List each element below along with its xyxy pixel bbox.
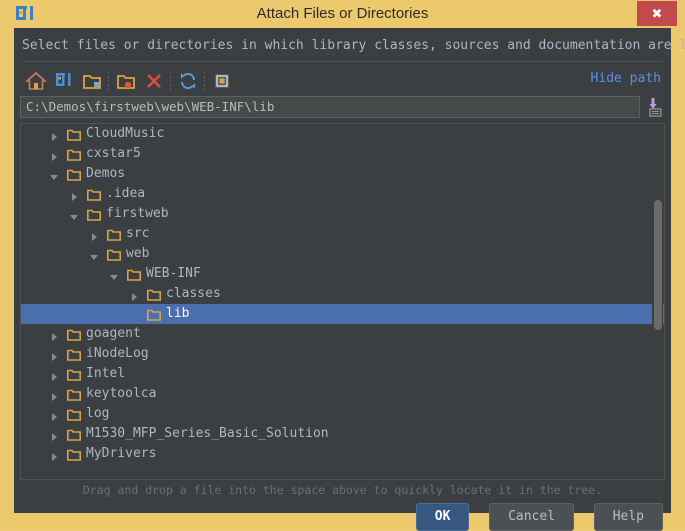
- file-chooser-toolbar: Hide path: [20, 66, 665, 96]
- dialog-hint-text: Select files or directories in which lib…: [22, 38, 685, 53]
- tree-row[interactable]: keytoolca: [21, 384, 664, 404]
- close-button[interactable]: ✖: [637, 1, 677, 26]
- folder-icon: [67, 168, 81, 181]
- folder-icon: [147, 288, 161, 301]
- tree-row-label: MyDrivers: [86, 446, 157, 461]
- folder-icon: [67, 348, 81, 361]
- folder-icon: [127, 268, 141, 281]
- title-bar: Attach Files or Directories ✖: [0, 0, 685, 28]
- home-icon[interactable]: [24, 69, 48, 93]
- chevron-right-icon[interactable]: [49, 409, 59, 421]
- chevron-down-icon[interactable]: [69, 209, 79, 220]
- hide-path-link[interactable]: Hide path: [591, 71, 661, 86]
- chevron-down-icon[interactable]: [89, 249, 99, 260]
- tree-row-label: .idea: [106, 186, 146, 201]
- folder-icon: [107, 228, 121, 241]
- folder-icon: [67, 128, 81, 141]
- tree-row[interactable]: Demos: [21, 164, 664, 184]
- folder-icon: [67, 328, 81, 341]
- chevron-right-icon[interactable]: [49, 149, 59, 161]
- tree-row[interactable]: src: [21, 224, 664, 244]
- chevron-right-icon[interactable]: [49, 349, 59, 361]
- tree-row[interactable]: firstweb: [21, 204, 664, 224]
- tree-row[interactable]: log: [21, 404, 664, 424]
- tree-row-label: M1530_MFP_Series_Basic_Solution: [86, 426, 329, 441]
- chevron-right-icon[interactable]: [49, 129, 59, 141]
- chevron-right-icon[interactable]: [129, 289, 139, 301]
- attach-files-dialog: Attach Files or Directories ✖ Select fil…: [0, 0, 685, 531]
- folder-icon: [147, 308, 161, 321]
- delete-icon[interactable]: [142, 69, 166, 93]
- tree-row-label: iNodeLog: [86, 346, 149, 361]
- tree-rows[interactable]: CloudMusic cxstar5 Demos .idea firstweb src we…: [21, 124, 664, 479]
- chevron-right-icon[interactable]: [49, 329, 59, 341]
- tree-row[interactable]: goagent: [21, 324, 664, 344]
- help-button[interactable]: Help: [593, 503, 663, 531]
- chevron-down-icon[interactable]: [49, 169, 59, 180]
- tree-row[interactable]: web: [21, 244, 664, 264]
- tree-row-label: cxstar5: [86, 146, 141, 161]
- path-input[interactable]: C:\Demos\firstweb\web\WEB-INF\lib: [20, 96, 640, 118]
- refresh-icon[interactable]: [176, 69, 200, 93]
- chevron-down-icon[interactable]: [109, 269, 119, 280]
- folder-icon: [87, 188, 101, 201]
- ok-button[interactable]: OK: [415, 503, 470, 531]
- window-title: Attach Files or Directories: [256, 5, 429, 22]
- toolbar-separator: [108, 72, 109, 90]
- tree-row-label: firstweb: [106, 206, 169, 221]
- tree-row-label: Demos: [86, 166, 126, 181]
- directory-tree[interactable]: CloudMusic cxstar5 Demos .idea firstweb src we…: [20, 123, 665, 480]
- path-row: C:\Demos\firstweb\web\WEB-INF\lib: [20, 96, 665, 118]
- tree-row-label: keytoolca: [86, 386, 157, 401]
- header-divider: [22, 61, 663, 62]
- chevron-right-icon[interactable]: [89, 229, 99, 241]
- dialog-button-bar: OK Cancel Help: [406, 503, 663, 531]
- chevron-right-icon[interactable]: [49, 429, 59, 441]
- new-folder-icon[interactable]: [114, 69, 138, 93]
- tree-vertical-scrollbar[interactable]: [652, 125, 663, 478]
- tree-row[interactable]: CloudMusic: [21, 124, 664, 144]
- folder-icon: [107, 248, 121, 261]
- toolbar-separator: [204, 72, 205, 90]
- tree-row[interactable]: cxstar5: [21, 144, 664, 164]
- tree-row[interactable]: M1530_MFP_Series_Basic_Solution: [21, 424, 664, 444]
- folder-icon: [87, 208, 101, 221]
- chevron-right-icon[interactable]: [49, 369, 59, 381]
- folder-icon: [67, 368, 81, 381]
- chevron-right-icon[interactable]: [69, 189, 79, 201]
- folder-icon: [67, 428, 81, 441]
- tree-row[interactable]: .idea: [21, 184, 664, 204]
- scrollbar-thumb[interactable]: [654, 200, 662, 330]
- drag-drop-hint: Drag and drop a file into the space abov…: [82, 483, 603, 497]
- folder-icon: [67, 448, 81, 461]
- chevron-right-icon[interactable]: [49, 449, 59, 461]
- folder-icon: [67, 388, 81, 401]
- tree-row[interactable]: iNodeLog: [21, 344, 664, 364]
- chevron-right-icon[interactable]: [49, 389, 59, 401]
- tree-row-label: Intel: [86, 366, 126, 381]
- tree-row-label: CloudMusic: [86, 126, 165, 141]
- tree-row-label: goagent: [86, 326, 141, 341]
- tree-row-label: lib: [166, 306, 190, 321]
- tree-row-label: WEB-INF: [146, 266, 201, 281]
- toolbar-separator: [170, 72, 171, 90]
- drop-down-save-icon[interactable]: [647, 96, 665, 118]
- tree-row[interactable]: MyDrivers: [21, 444, 664, 464]
- dialog-body: Select files or directories in which lib…: [14, 28, 685, 531]
- cancel-button[interactable]: Cancel: [489, 503, 575, 531]
- folder-icon: [67, 408, 81, 421]
- tree-row[interactable]: Intel: [21, 364, 664, 384]
- tree-row-label: log: [86, 406, 110, 421]
- tree-row[interactable]: lib: [21, 304, 664, 324]
- show-hidden-files-icon[interactable]: [210, 69, 234, 93]
- tree-row-label: src: [126, 226, 150, 241]
- tree-row[interactable]: WEB-INF: [21, 264, 664, 284]
- tree-row-label: web: [126, 246, 150, 261]
- tree-row-label: classes: [166, 286, 221, 301]
- project-icon[interactable]: [52, 69, 76, 93]
- desktop-folder-icon[interactable]: [80, 69, 104, 93]
- tree-row[interactable]: classes: [21, 284, 664, 304]
- folder-icon: [67, 148, 81, 161]
